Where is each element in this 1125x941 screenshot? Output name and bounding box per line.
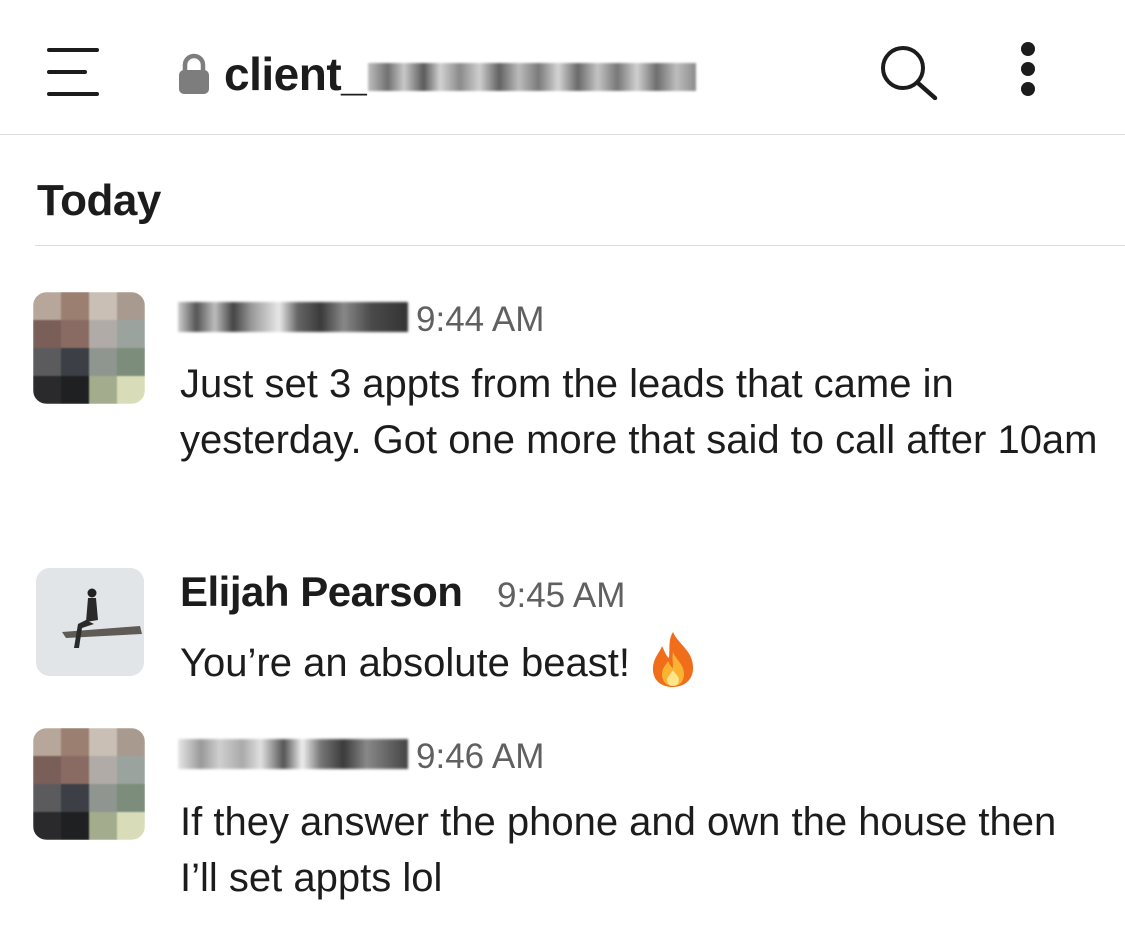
pixelated-avatar[interactable] [33,728,145,840]
channel-title[interactable]: client_ [178,44,697,104]
message-text: You’re an absolute beast! [180,641,630,685]
message-timestamp[interactable]: 9:46 AM [416,737,544,777]
message-timestamp[interactable]: 9:45 AM [497,576,625,616]
sender-name[interactable]: Elijah Pearson [180,568,463,616]
redacted-sender-name[interactable] [178,302,408,332]
fire-icon [652,632,694,687]
more-vertical-icon[interactable] [1016,42,1042,100]
day-divider-line [35,245,1125,246]
person-sitting-avatar[interactable] [36,568,144,676]
message-timestamp[interactable]: 9:44 AM [416,300,544,340]
pixelated-avatar[interactable] [33,292,145,404]
redacted-sender-name[interactable] [178,739,408,769]
channel-header: client_ [0,0,1125,135]
message-text: Just set 3 appts from the leads that cam… [180,362,1098,462]
lock-icon [179,53,209,94]
message-text: If they answer the phone and own the hou… [180,800,1057,900]
redacted-channel-name [368,63,697,91]
hamburger-menu-icon[interactable] [47,48,99,96]
search-icon[interactable] [878,44,940,100]
day-divider-label: Today [37,176,161,225]
message-text-row: You’re an absolute beast! [180,630,1100,691]
channel-name: client_ [224,48,367,100]
